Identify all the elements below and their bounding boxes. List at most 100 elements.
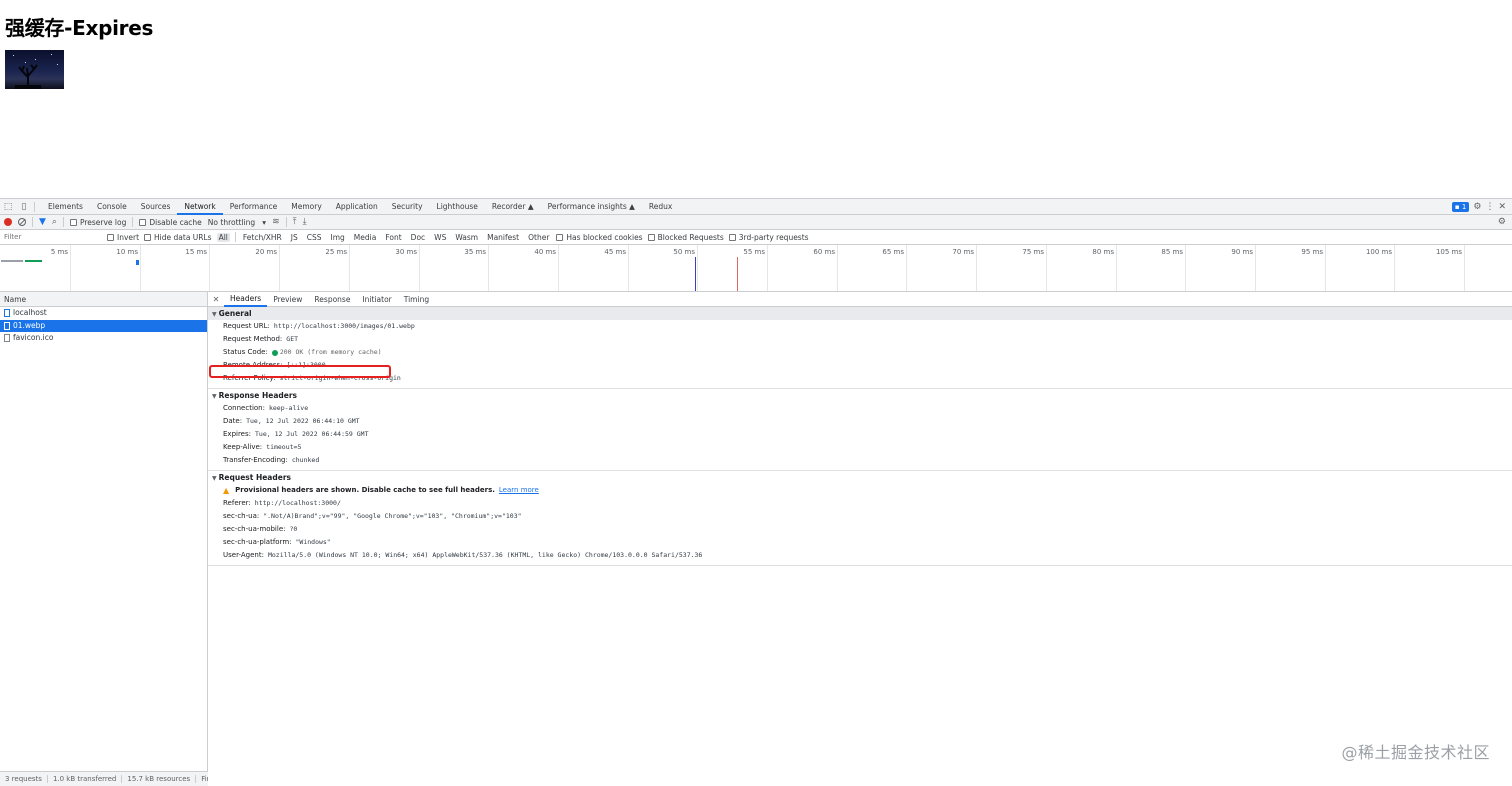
filter-type-ws[interactable]: WS: [432, 233, 448, 242]
device-toolbar-icon[interactable]: ▯: [16, 200, 32, 214]
settings-gear-icon[interactable]: ⚙: [1473, 202, 1481, 212]
filter-type-js[interactable]: JS: [289, 233, 300, 242]
expand-triangle-icon: ▼: [212, 475, 217, 482]
filter-bar: Invert Hide data URLs All Fetch/XHR JS C…: [0, 230, 1512, 245]
filter-type-all[interactable]: All: [216, 232, 230, 242]
warning-text: Provisional headers are shown. Disable c…: [235, 486, 495, 494]
request-row-localhost[interactable]: localhost: [0, 307, 207, 320]
timeline-tick: 100 ms: [1366, 245, 1395, 291]
tab-redux[interactable]: Redux: [642, 199, 679, 215]
timeline-tick-label: 85 ms: [1161, 248, 1183, 256]
network-timeline-overview[interactable]: 105 ms 100 ms 95 ms 90 ms 85 ms 80 ms 75 ms 70 …: [0, 245, 1512, 292]
blocked-requests-checkbox[interactable]: Blocked Requests: [647, 233, 724, 242]
timeline-bar-01webp: [136, 260, 139, 265]
tab-recorder[interactable]: Recorder ▲: [485, 199, 541, 215]
record-icon[interactable]: [4, 218, 12, 226]
response-headers-header[interactable]: ▼ Response Headers: [208, 389, 1512, 402]
filter-type-fetch[interactable]: Fetch/XHR: [241, 233, 284, 242]
hide-data-urls-checkbox[interactable]: Hide data URLs: [144, 233, 212, 242]
section-title: Response Headers: [218, 391, 298, 400]
export-har-icon[interactable]: ⤓: [303, 217, 307, 227]
has-blocked-cookies-checkbox[interactable]: Has blocked cookies: [556, 233, 643, 242]
tab-console[interactable]: Console: [90, 199, 134, 215]
header-value: Mozilla/5.0 (Windows NT 10.0; Win64; x64…: [267, 551, 703, 559]
tab-security[interactable]: Security: [385, 199, 430, 215]
filter-type-wasm[interactable]: Wasm: [453, 233, 480, 242]
request-row-01webp[interactable]: 01.webp: [0, 319, 207, 332]
tab-elements[interactable]: Elements: [41, 199, 90, 215]
tab-preview[interactable]: Preview: [267, 292, 308, 307]
general-section-header[interactable]: ▼ General: [208, 307, 1512, 320]
filter-type-manifest[interactable]: Manifest: [485, 233, 521, 242]
header-row: sec-ch-ua: ".Not/A)Brand";v="99", "Google…: [208, 510, 1512, 523]
timeline-tick-label: 40 ms: [534, 248, 556, 256]
inspect-element-icon[interactable]: ⬚: [0, 200, 16, 214]
search-icon[interactable]: ⌕: [52, 217, 57, 227]
filter-type-media[interactable]: Media: [352, 233, 379, 242]
request-row-favicon[interactable]: favicon.ico: [0, 332, 207, 345]
name-column-header[interactable]: Name: [0, 292, 207, 307]
network-conditions-icon[interactable]: ≋: [272, 217, 280, 227]
header-value: Tue, 12 Jul 2022 06:44:59 GMT: [255, 430, 369, 438]
header-row: Date: Tue, 12 Jul 2022 06:44:10 GMT: [208, 415, 1512, 428]
timeline-tick-label: 45 ms: [604, 248, 626, 256]
resources-size: 15.7 kB resources: [122, 775, 197, 783]
header-value: http://localhost:3000/: [254, 499, 341, 507]
more-options-icon[interactable]: ⋮: [1485, 202, 1494, 212]
tab-headers[interactable]: Headers: [224, 292, 268, 307]
timeline-bar-localhost: [1, 260, 23, 262]
tab-performance[interactable]: Performance: [223, 199, 285, 215]
header-key: User-Agent:: [223, 551, 264, 559]
filter-type-doc[interactable]: Doc: [409, 233, 428, 242]
general-section: ▼ General Request URL: http://localhost:30…: [208, 307, 1512, 389]
tab-performance-insights[interactable]: Performance insights ▲: [541, 199, 642, 215]
tab-sources[interactable]: Sources: [134, 199, 178, 215]
invert-checkbox[interactable]: Invert: [107, 233, 139, 242]
section-title: General: [218, 309, 252, 318]
clear-icon[interactable]: [18, 218, 26, 226]
header-value: 200 OK (from memory cache): [279, 348, 382, 356]
watermark: @稀土掘金技术社区: [1341, 743, 1490, 762]
page-image: [5, 50, 64, 89]
tab-network[interactable]: Network: [177, 199, 223, 215]
tab-lighthouse[interactable]: Lighthouse: [430, 199, 485, 215]
timeline-tick-label: 25 ms: [325, 248, 347, 256]
timeline-tick: 85 ms: [1161, 245, 1186, 291]
header-row-referrer-policy: Referrer Policy: strict-origin-when-cross…: [208, 372, 1512, 385]
timeline-tick: 50 ms: [673, 245, 698, 291]
timeline-tick: 95 ms: [1301, 245, 1326, 291]
finish-time: Finish: 9: [196, 775, 208, 783]
disable-cache-checkbox[interactable]: Disable cache: [139, 218, 202, 227]
close-devtools-icon[interactable]: ✕: [1498, 202, 1506, 212]
throttling-select[interactable]: No throttling ▾: [208, 218, 266, 227]
request-name: 01.webp: [13, 320, 46, 330]
timeline-tick-label: 15 ms: [185, 248, 207, 256]
tree-silhouette-icon: [15, 64, 41, 89]
close-detail-icon[interactable]: ✕: [208, 295, 224, 304]
filter-type-font[interactable]: Font: [383, 233, 403, 242]
tab-response[interactable]: Response: [308, 292, 356, 307]
filter-type-css[interactable]: CSS: [305, 233, 324, 242]
preserve-log-checkbox[interactable]: Preserve log: [69, 218, 126, 227]
tab-application[interactable]: Application: [329, 199, 385, 215]
request-headers-header[interactable]: ▼ Request Headers: [208, 471, 1512, 484]
filter-type-img[interactable]: Img: [329, 233, 347, 242]
network-settings-icon[interactable]: ⚙: [1498, 217, 1506, 227]
filter-funnel-icon[interactable]: ▼: [39, 217, 46, 227]
issues-badge[interactable]: ▪ 1: [1451, 201, 1470, 212]
third-party-checkbox[interactable]: 3rd-party requests: [728, 233, 809, 242]
expand-triangle-icon: ▼: [212, 393, 217, 400]
header-key: sec-ch-ua-mobile:: [223, 525, 286, 533]
filter-type-other[interactable]: Other: [526, 233, 551, 242]
tab-initiator[interactable]: Initiator: [356, 292, 397, 307]
timeline-tick: 25 ms: [325, 245, 350, 291]
filter-input[interactable]: [4, 231, 102, 243]
header-row: sec-ch-ua-mobile: ?0: [208, 523, 1512, 536]
tab-memory[interactable]: Memory: [284, 199, 329, 215]
timeline-tick: 40 ms: [534, 245, 559, 291]
learn-more-link[interactable]: Learn more: [499, 484, 539, 497]
tab-timing[interactable]: Timing: [398, 292, 435, 307]
timeline-tick: 20 ms: [255, 245, 280, 291]
import-har-icon[interactable]: ⤒: [293, 217, 297, 227]
header-key: Request URL:: [223, 322, 270, 330]
